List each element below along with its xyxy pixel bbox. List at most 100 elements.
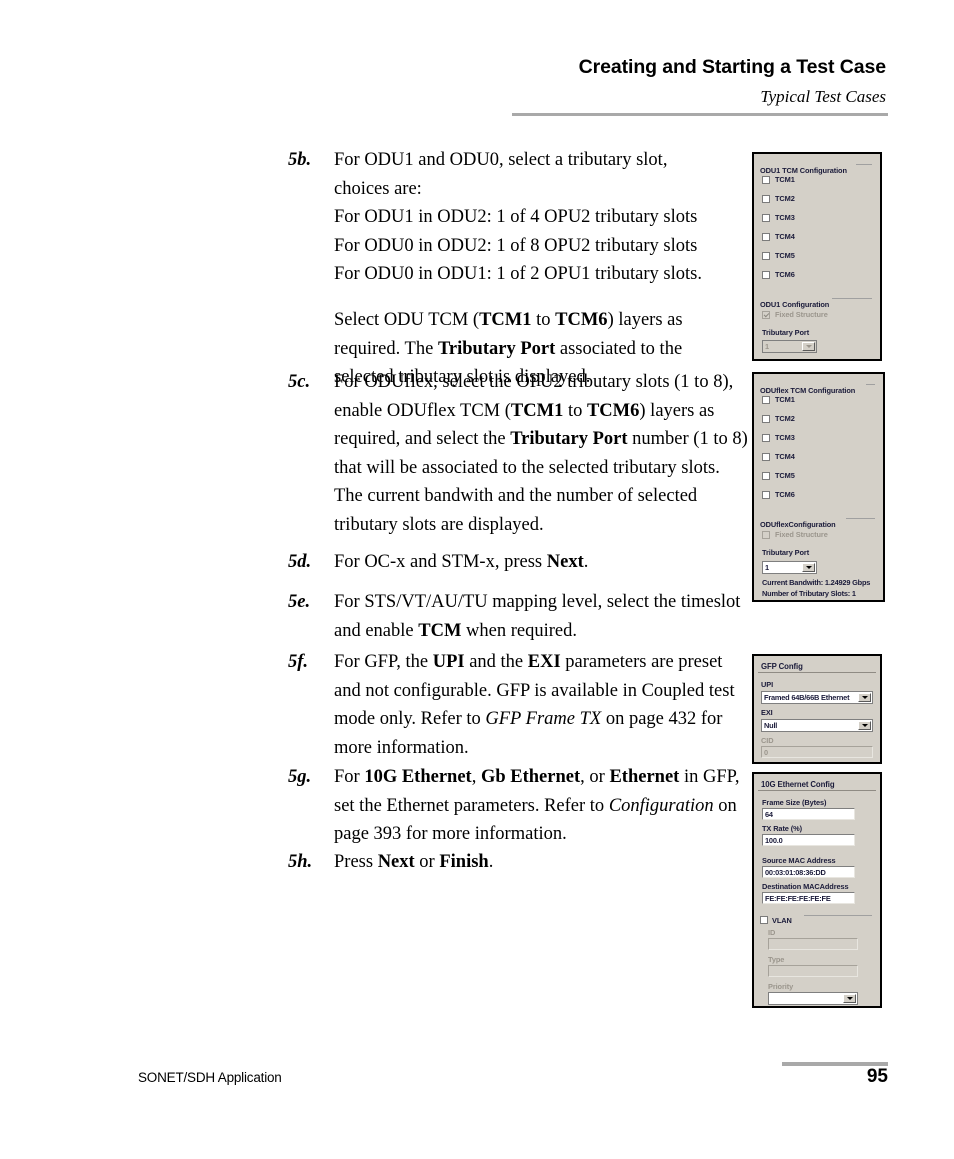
checkbox-box[interactable] <box>762 414 770 423</box>
current-bandwidth-text: Current Bandwith: 1.24929 Gbps <box>762 578 871 587</box>
checkbox-tcm6[interactable]: TCM6 <box>762 270 795 279</box>
frame-size-input[interactable]: 64 <box>762 808 855 820</box>
source-mac-input[interactable]: 00:03:01:08:36:DD <box>762 866 855 878</box>
odu1-configuration-group-header: ODU1 Configuration <box>760 294 872 309</box>
checkbox-box[interactable] <box>762 452 770 461</box>
ethernet-10g-config-panel[interactable]: 10G Ethernet Config Frame Size (Bytes) 6… <box>752 772 882 1008</box>
checkbox-box[interactable] <box>762 251 770 260</box>
vlan-type-label: Type <box>768 955 785 964</box>
step-5b-body: For ODU1 and ODU0, select a tributary sl… <box>334 146 738 392</box>
checkbox-label: Fixed Structure <box>775 310 828 319</box>
checkbox-label: TCM6 <box>775 270 795 279</box>
checkbox-tcm5[interactable]: TCM5 <box>762 471 795 480</box>
footer-page-number: 95 <box>866 1066 888 1087</box>
number-of-tributary-slots-text: Number of Tributary Slots: 1 <box>762 589 856 598</box>
tributary-port-combo[interactable]: 1 <box>762 561 817 574</box>
vlan-type-input[interactable] <box>768 965 858 977</box>
gfp-config-panel[interactable]: GFP Config UPI Framed 64B/66B Ethernet E… <box>752 654 882 764</box>
checkbox-label: TCM1 <box>775 175 795 184</box>
checkbox-box[interactable] <box>762 194 770 203</box>
page-title: Creating and Starting a Test Case <box>578 56 886 78</box>
checkbox-label: TCM5 <box>775 251 795 260</box>
step-5e-body: For STS/VT/AU/TU mapping level, select t… <box>334 588 748 645</box>
checkbox-label: TCM1 <box>775 395 795 404</box>
checkbox-tcm1[interactable]: TCM1 <box>762 175 795 184</box>
step-5g-body: For 10G Ethernet, Gb Ethernet, or Ethern… <box>334 763 754 849</box>
checkbox-label: TCM4 <box>775 232 795 241</box>
checkbox-tcm4[interactable]: TCM4 <box>762 452 795 461</box>
group-rule <box>856 164 872 165</box>
step-5b-line-1: For ODU1 and ODU0, select a tributary sl… <box>334 150 668 170</box>
checkbox-box[interactable] <box>762 175 770 184</box>
step-5b-line-3: For ODU1 in ODU2: 1 of 4 OPU2 tributary … <box>334 207 698 228</box>
odu1-tcm-group-title: ODU1 TCM Configuration <box>760 166 851 175</box>
checkbox-tcm6[interactable]: TCM6 <box>762 490 795 499</box>
checkbox-label: TCM2 <box>775 414 795 423</box>
checkbox-box[interactable] <box>762 471 770 480</box>
vlan-label: VLAN <box>772 915 792 925</box>
combo-value: Framed 64B/66B Ethernet <box>764 693 850 702</box>
chevron-down-icon[interactable] <box>858 721 871 730</box>
exi-combo[interactable]: Null <box>761 719 873 732</box>
chevron-down-icon[interactable] <box>843 994 856 1003</box>
group-rule <box>804 915 872 916</box>
step-5c-body: For ODUflex, select the OPU2 tributary s… <box>334 368 748 540</box>
vlan-priority-combo[interactable] <box>768 992 858 1005</box>
checkbox-fixed-structure: Fixed Structure <box>762 310 828 319</box>
checkbox-tcm4[interactable]: TCM4 <box>762 232 795 241</box>
checkbox-tcm3[interactable]: TCM3 <box>762 433 795 442</box>
checkbox-label: TCM4 <box>775 452 795 461</box>
step-5h-number: 5h. <box>288 852 313 872</box>
tributary-port-combo[interactable]: 1 <box>762 340 817 353</box>
checkbox-label: TCM5 <box>775 471 795 480</box>
step-5g-number: 5g. <box>288 767 312 787</box>
destination-mac-label: Destination MACAddress <box>762 882 849 891</box>
checkbox-box[interactable] <box>762 395 770 404</box>
step-5d: 5d. For OC-x and STM-x, press Next. <box>288 548 748 577</box>
group-rule <box>866 384 875 385</box>
tx-rate-input[interactable]: 100.0 <box>762 834 855 846</box>
tx-rate-label: TX Rate (%) <box>762 824 802 833</box>
checkbox-box[interactable] <box>762 490 770 499</box>
checkbox-tcm2[interactable]: TCM2 <box>762 194 795 203</box>
chevron-down-icon[interactable] <box>802 563 815 572</box>
odu1-tcm-configuration-panel[interactable]: ODU1 TCM Configuration TCM1 TCM2 TCM3 TC… <box>752 152 882 361</box>
tributary-port-label: Tributary Port <box>762 328 810 337</box>
header-divider <box>512 113 888 116</box>
combo-value <box>769 993 842 1004</box>
checkbox-label: TCM6 <box>775 490 795 499</box>
checkbox-box[interactable] <box>762 270 770 279</box>
vlan-group-header[interactable]: VLAN <box>760 911 872 926</box>
step-5e: 5e. For STS/VT/AU/TU mapping level, sele… <box>288 588 748 645</box>
oduflex-tcm-group-title: ODUflex TCM Configuration <box>760 386 860 395</box>
upi-label: UPI <box>761 680 774 689</box>
frame-size-label: Frame Size (Bytes) <box>762 798 827 807</box>
chevron-down-icon[interactable] <box>802 342 815 351</box>
checkbox-label: Fixed Structure <box>775 530 828 539</box>
checkbox-tcm2[interactable]: TCM2 <box>762 414 795 423</box>
vlan-group-title: VLAN <box>760 915 796 926</box>
oduflex-tcm-configuration-panel[interactable]: ODUflex TCM Configuration TCM1 TCM2 TCM3… <box>752 372 885 602</box>
chevron-down-icon[interactable] <box>858 693 871 702</box>
checkbox-fixed-structure: Fixed Structure <box>762 530 828 539</box>
oduflex-tcm-group-header: ODUflex TCM Configuration <box>760 380 875 395</box>
checkbox-tcm1[interactable]: TCM1 <box>762 395 795 404</box>
checkbox-box[interactable] <box>762 232 770 241</box>
checkbox-box <box>762 310 770 319</box>
checkbox-box[interactable] <box>762 433 770 442</box>
destination-mac-input[interactable]: FE:FE:FE:FE:FE:FE <box>762 892 855 904</box>
cid-input[interactable]: 0 <box>761 746 873 758</box>
checkbox-label: TCM2 <box>775 194 795 203</box>
combo-value: Null <box>764 721 778 730</box>
step-5c-text: For ODUflex, select the OPU2 tributary s… <box>334 372 748 535</box>
checkbox-box <box>762 530 770 539</box>
checkbox-tcm3[interactable]: TCM3 <box>762 213 795 222</box>
footer-application-name: SONET/SDH Application <box>138 1070 282 1085</box>
checkbox-tcm5[interactable]: TCM5 <box>762 251 795 260</box>
vlan-id-input[interactable] <box>768 938 858 950</box>
upi-combo[interactable]: Framed 64B/66B Ethernet <box>761 691 873 704</box>
checkbox-box[interactable] <box>760 916 768 924</box>
checkbox-box[interactable] <box>762 213 770 222</box>
step-5b-line-2: choices are: <box>334 178 422 199</box>
vlan-priority-label: Priority <box>768 982 794 991</box>
